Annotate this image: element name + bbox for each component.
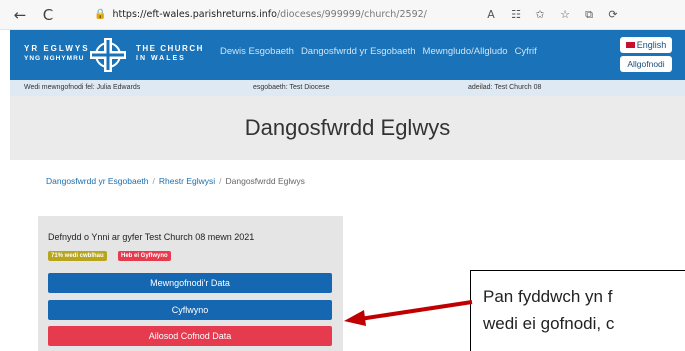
submit-button[interactable]: Cyflwyno xyxy=(48,300,332,320)
site-header: YR EGLWYS YNG NGHYMRU THE CHURCH IN WALE… xyxy=(10,30,685,80)
energy-usage-card: Defnydd o Ynni ar gyfer Test Church 08 m… xyxy=(38,216,343,351)
logo-english-text: THE CHURCH IN WALES xyxy=(136,44,204,62)
page-title: Dangosfwrdd Eglwys xyxy=(244,115,451,140)
nav-link-account[interactable]: Cyfrif xyxy=(515,46,537,57)
uk-flag-icon xyxy=(625,41,635,48)
reset-data-button[interactable]: Ailosod Cofnod Data xyxy=(48,326,332,346)
favorites-list-icon[interactable]: ☆ xyxy=(556,6,574,24)
breadcrumb-current: Dangosfwrdd Eglwys xyxy=(225,176,305,186)
celtic-cross-icon xyxy=(90,38,126,72)
read-aloud-icon[interactable]: A xyxy=(482,6,500,24)
breadcrumb-diocese-dashboard[interactable]: Dangosfwrdd yr Esgobaeth xyxy=(46,176,149,186)
address-bar[interactable]: 🔒 https://eft-wales.parishreturns.info/di… xyxy=(94,4,454,26)
progress-badge: 71% wedi cwblhau xyxy=(48,251,107,261)
browser-toolbar: ← C 🔒 https://eft-wales.parishreturns.inf… xyxy=(0,0,685,30)
english-language-button[interactable]: English xyxy=(620,37,672,53)
back-icon[interactable]: ← xyxy=(10,5,30,25)
session-info-bar: Wedi mewngofnodi fel: Julia Edwards esgo… xyxy=(10,80,685,96)
lock-icon: 🔒 xyxy=(94,9,107,20)
refresh-icon[interactable]: C xyxy=(38,5,58,25)
english-label: English xyxy=(636,40,667,50)
history-icon[interactable]: ⟳ xyxy=(604,6,622,24)
breadcrumb-separator: / xyxy=(219,176,222,186)
breadcrumb-church-list[interactable]: Rhestr Eglwysi xyxy=(159,176,215,186)
main-nav: Dewis Esgobaeth Dangosfwrdd yr Esgobaeth M… xyxy=(220,46,544,57)
logo-welsh-text: YR EGLWYS YNG NGHYMRU xyxy=(24,44,90,62)
current-diocese: esgobaeth: Test Diocese xyxy=(253,84,330,91)
breadcrumb-separator: / xyxy=(152,176,155,186)
logged-in-user: Wedi mewngofnodi fel: Julia Edwards xyxy=(24,84,141,91)
current-building: adeilad: Test Church 08 xyxy=(468,84,542,91)
nav-link-diocese-dashboard[interactable]: Dangosfwrdd yr Esgobaeth xyxy=(301,46,416,57)
translate-icon[interactable]: ☷ xyxy=(507,6,525,24)
record-data-button[interactable]: Mewngofnodi'r Data xyxy=(48,273,332,293)
url-host: https://eft-wales.parishreturns.info xyxy=(112,9,277,20)
collections-icon[interactable]: ⧉ xyxy=(580,6,598,24)
page-title-band: Dangosfwrdd Eglwys xyxy=(10,96,685,160)
url-path: /dioceses/999999/church/2592/ xyxy=(276,9,427,20)
logout-button[interactable]: Allgofnodi xyxy=(620,56,672,72)
favorite-icon[interactable]: ✩ xyxy=(531,6,549,24)
breadcrumb: Dangosfwrdd yr Esgobaeth / Rhestr Eglwysi /… xyxy=(46,176,305,186)
status-badge: Heb ei Gyflwyno xyxy=(118,251,171,261)
church-in-wales-logo[interactable]: YR EGLWYS YNG NGHYMRU THE CHURCH IN WALE… xyxy=(24,38,224,72)
nav-link-select-diocese[interactable]: Dewis Esgobaeth xyxy=(220,46,294,57)
card-title: Defnydd o Ynni ar gyfer Test Church 08 m… xyxy=(48,232,255,242)
annotation-arrow-icon xyxy=(344,300,473,326)
nav-link-import-export[interactable]: Mewngludo/Allgludo xyxy=(423,46,508,57)
